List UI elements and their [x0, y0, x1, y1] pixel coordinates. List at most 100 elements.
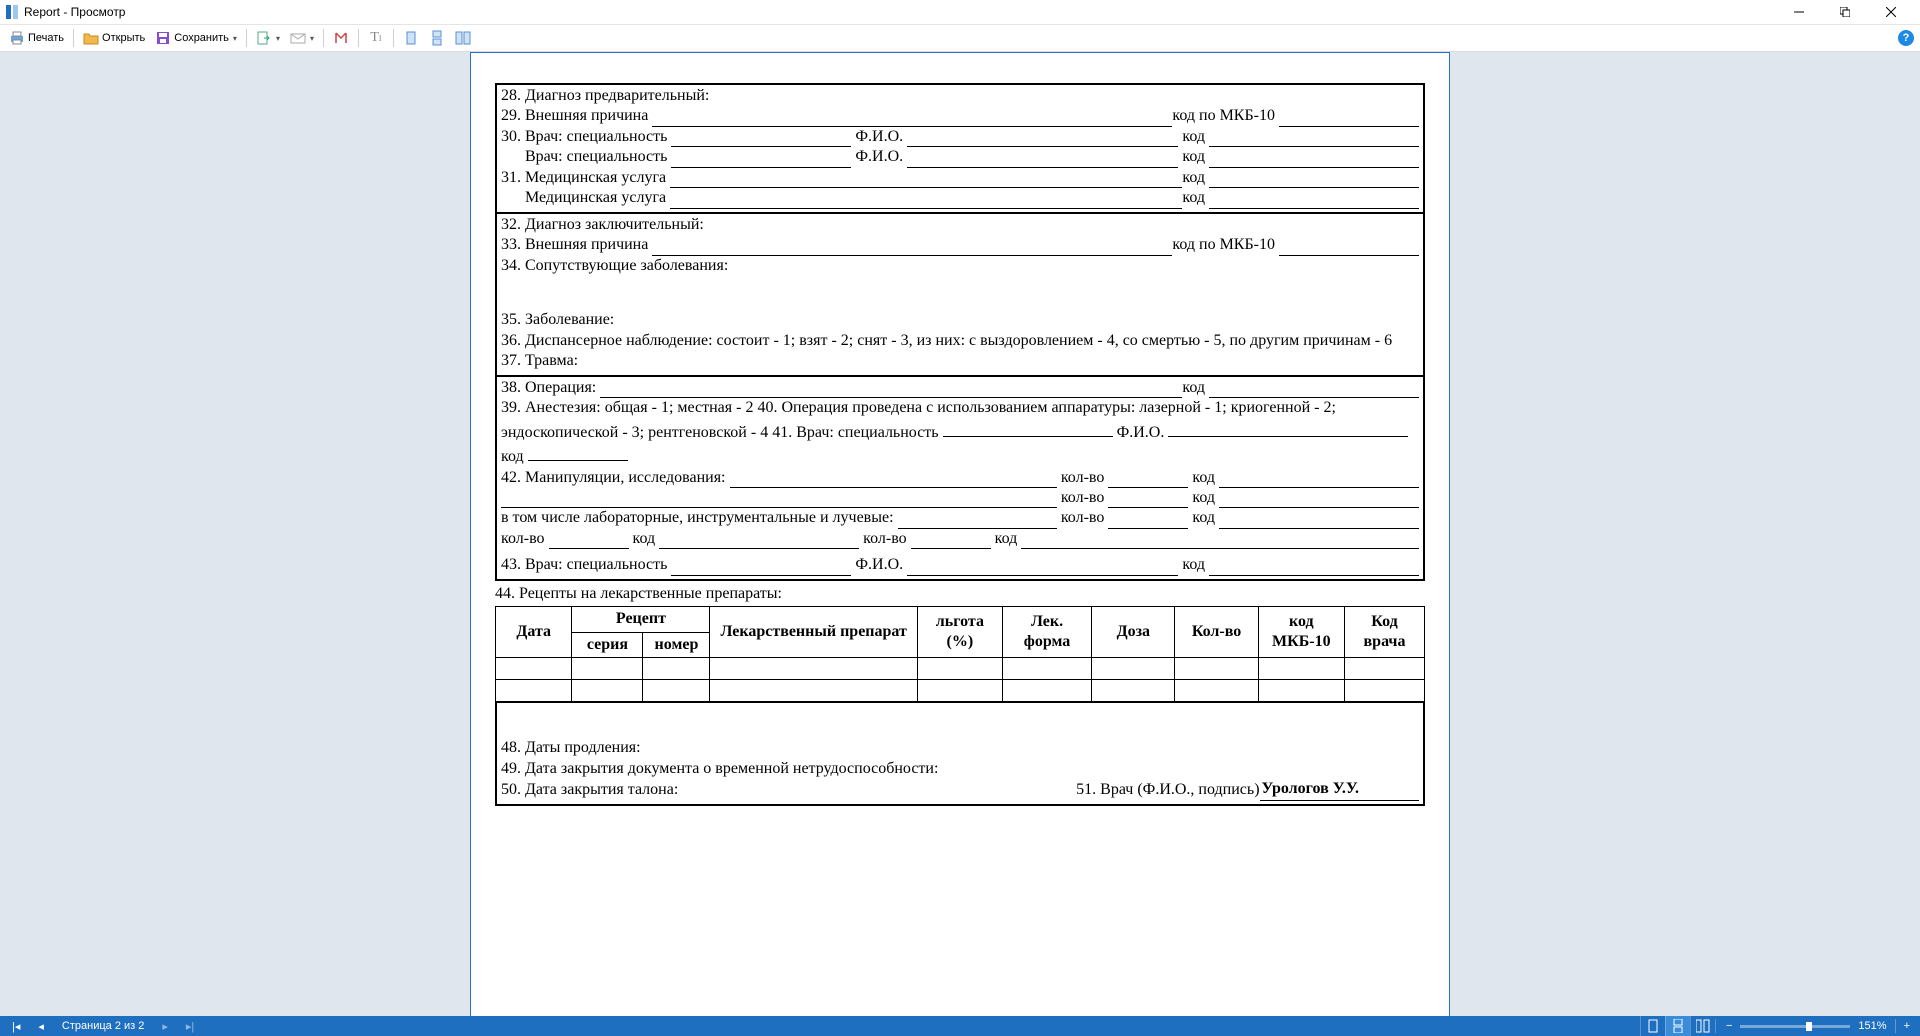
label-fio: Ф.И.О. — [855, 555, 903, 575]
line-42b: кол-во код — [501, 488, 1419, 508]
th-number: номер — [643, 632, 710, 657]
toolbar: Печать Открыть Сохранить ▾ ▾ ▾ TI ? — [0, 25, 1920, 52]
single-page-button[interactable] — [400, 27, 422, 49]
line-30: 30. Врач: специальность Ф.И.О. код — [501, 127, 1419, 147]
line-28: 28. Диагноз предварительный: — [501, 86, 1419, 106]
th-form: Лек. форма — [1002, 607, 1091, 658]
line-incl: в том числе лабораторные, инструментальн… — [501, 508, 1419, 528]
label-code: код — [1182, 378, 1205, 398]
text-tool-button[interactable]: TI — [365, 27, 387, 49]
label-code: код — [501, 448, 524, 465]
label-42: 42. Манипуляции, исследования: — [501, 468, 726, 488]
label-31: 31. Медицинская услуга — [501, 168, 666, 188]
table-row — [496, 658, 1425, 680]
maximize-button[interactable] — [1822, 0, 1868, 24]
prescriptions-table: Дата Рецепт Лекарственный препарат льгот… — [495, 606, 1425, 702]
label-code: код — [1192, 508, 1215, 528]
multipage-button[interactable] — [452, 27, 474, 49]
save-button[interactable]: Сохранить ▾ — [152, 27, 240, 49]
zoom-in-button[interactable]: + — [1904, 1020, 1910, 1032]
export-icon — [256, 30, 272, 46]
report-page: 28. Диагноз предварительный: 29. Внешняя… — [470, 52, 1450, 1018]
th-benefit: льгота (%) — [917, 607, 1002, 658]
line-43: 43. Врач: специальность Ф.И.О. код — [501, 555, 1419, 575]
help-button[interactable]: ? — [1898, 30, 1914, 46]
continuous-button[interactable] — [426, 27, 448, 49]
zoom-slider[interactable] — [1740, 1025, 1850, 1028]
doctor-name: Урологов У.У. — [1260, 779, 1419, 800]
line-42: 42. Манипуляции, исследования: кол-во ко… — [501, 468, 1419, 488]
label-38: 38. Операция: — [501, 378, 596, 398]
th-doccode: Код врача — [1345, 607, 1425, 658]
multipage-icon — [455, 30, 471, 46]
separator — [323, 29, 324, 47]
line-44: 44. Рецепты на лекарственные препараты: — [495, 584, 1425, 604]
line-kolvo-kod: кол-во код кол-во код — [501, 529, 1419, 549]
first-page-button[interactable]: |◂ — [12, 1020, 20, 1033]
line-49: 49. Дата закрытия документа о временной … — [501, 759, 1419, 779]
label-fio: Ф.И.О. — [1117, 424, 1165, 441]
label-50: 50. Дата закрытия талона: — [501, 780, 678, 800]
text-icon: TI — [368, 30, 384, 46]
find-button[interactable] — [330, 27, 352, 49]
line-48: 48. Даты продления: — [501, 738, 1419, 758]
line-32: 32. Диагноз заключительный: — [501, 215, 1419, 235]
view-continuous-button[interactable] — [1665, 1016, 1690, 1036]
open-icon — [83, 30, 99, 46]
label-30r: Врач: специальность — [525, 147, 667, 167]
label-fio: Ф.И.О. — [855, 127, 903, 147]
print-button[interactable]: Печать — [6, 27, 67, 49]
th-dose: Доза — [1092, 607, 1175, 658]
line-35: 35. Заболевание: — [501, 310, 1419, 330]
minimize-button[interactable] — [1776, 0, 1822, 24]
line-34: 34. Сопутствующие заболевания: — [501, 256, 1419, 276]
label-43: 43. Врач: специальность — [501, 555, 667, 575]
prev-page-button[interactable]: ◂ — [38, 1020, 44, 1033]
chevron-down-icon: ▾ — [310, 34, 314, 43]
label-code: код — [1192, 468, 1215, 488]
label-kolvo: кол-во — [501, 529, 545, 549]
mail-button[interactable]: ▾ — [287, 27, 317, 49]
label-incl: в том числе лабораторные, инструментальн… — [501, 508, 894, 528]
zoom-control: − 151% + — [1715, 1019, 1920, 1033]
export-button[interactable]: ▾ — [253, 27, 283, 49]
workspace[interactable]: 28. Диагноз предварительный: 29. Внешняя… — [0, 52, 1920, 1018]
line-37: 37. Травма: — [501, 351, 1419, 371]
th-mkb: код МКБ-10 — [1258, 607, 1344, 658]
chevron-down-icon: ▾ — [233, 34, 237, 43]
open-label: Открыть — [102, 32, 145, 44]
close-button[interactable] — [1868, 0, 1914, 24]
window-title: Report - Просмотр — [24, 5, 1776, 19]
statusbar: |◂ ◂ Страница 2 из 2 ▸ ▸| − 151% + — [0, 1016, 1920, 1036]
label-code: код — [1182, 168, 1205, 188]
block-final-diagnosis: 32. Диагноз заключительный: 33. Внешняя … — [495, 212, 1425, 377]
table-row — [496, 680, 1425, 702]
line-30-repeat: Врач: специальность Ф.И.О. код — [501, 147, 1419, 167]
th-series: серия — [572, 632, 643, 657]
block-prelim-diagnosis: 28. Диагноз предварительный: 29. Внешняя… — [495, 83, 1425, 214]
label-mkb10: код по МКБ-10 — [1172, 106, 1275, 126]
th-qty: Кол-во — [1175, 607, 1258, 658]
line-33: 33. Внешняя причина код по МКБ-10 — [501, 235, 1419, 255]
label-code: код — [1182, 127, 1205, 147]
view-multi-button[interactable] — [1690, 1016, 1715, 1036]
save-icon — [155, 30, 171, 46]
label-mkb10: код по МКБ-10 — [1172, 235, 1275, 255]
next-page-button[interactable]: ▸ — [162, 1020, 168, 1033]
separator — [73, 29, 74, 47]
last-page-button[interactable]: ▸| — [186, 1020, 194, 1033]
label-30: 30. Врач: специальность — [501, 127, 667, 147]
zoom-value: 151% — [1858, 1020, 1886, 1032]
th-date: Дата — [496, 607, 572, 658]
open-button[interactable]: Открыть — [80, 27, 148, 49]
label-kolvo: кол-во — [1061, 468, 1105, 488]
view-single-button[interactable] — [1640, 1016, 1665, 1036]
label-kolvo: кол-во — [1061, 488, 1105, 508]
label-kolvo: кол-во — [1061, 508, 1105, 528]
titlebar: Report - Просмотр — [0, 0, 1920, 25]
block-closing: 48. Даты продления: 49. Дата закрытия до… — [495, 701, 1425, 805]
separator — [393, 29, 394, 47]
print-label: Печать — [28, 32, 64, 44]
zoom-out-button[interactable]: − — [1726, 1020, 1732, 1032]
separator — [358, 29, 359, 47]
